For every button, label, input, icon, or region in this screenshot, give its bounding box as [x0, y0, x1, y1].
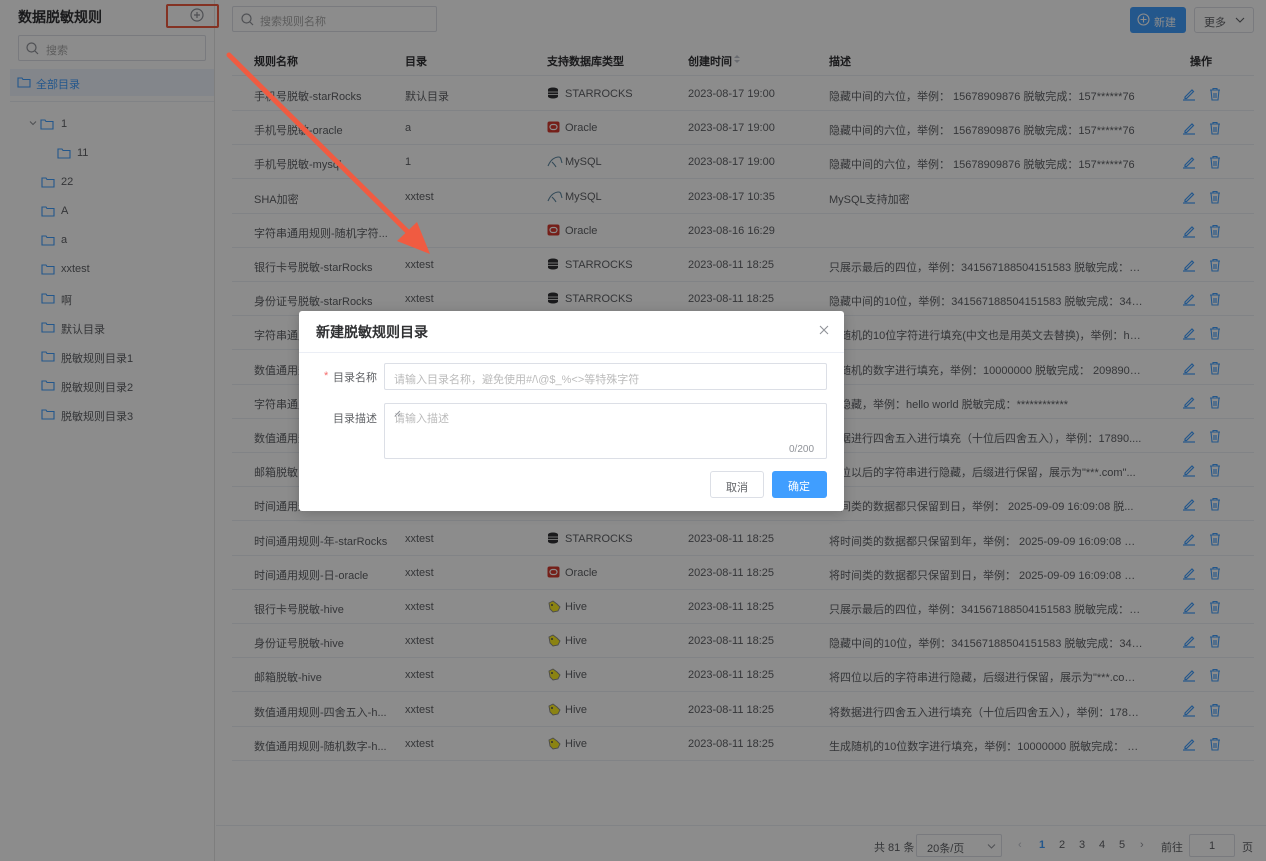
annotation-arrow — [226, 52, 430, 254]
